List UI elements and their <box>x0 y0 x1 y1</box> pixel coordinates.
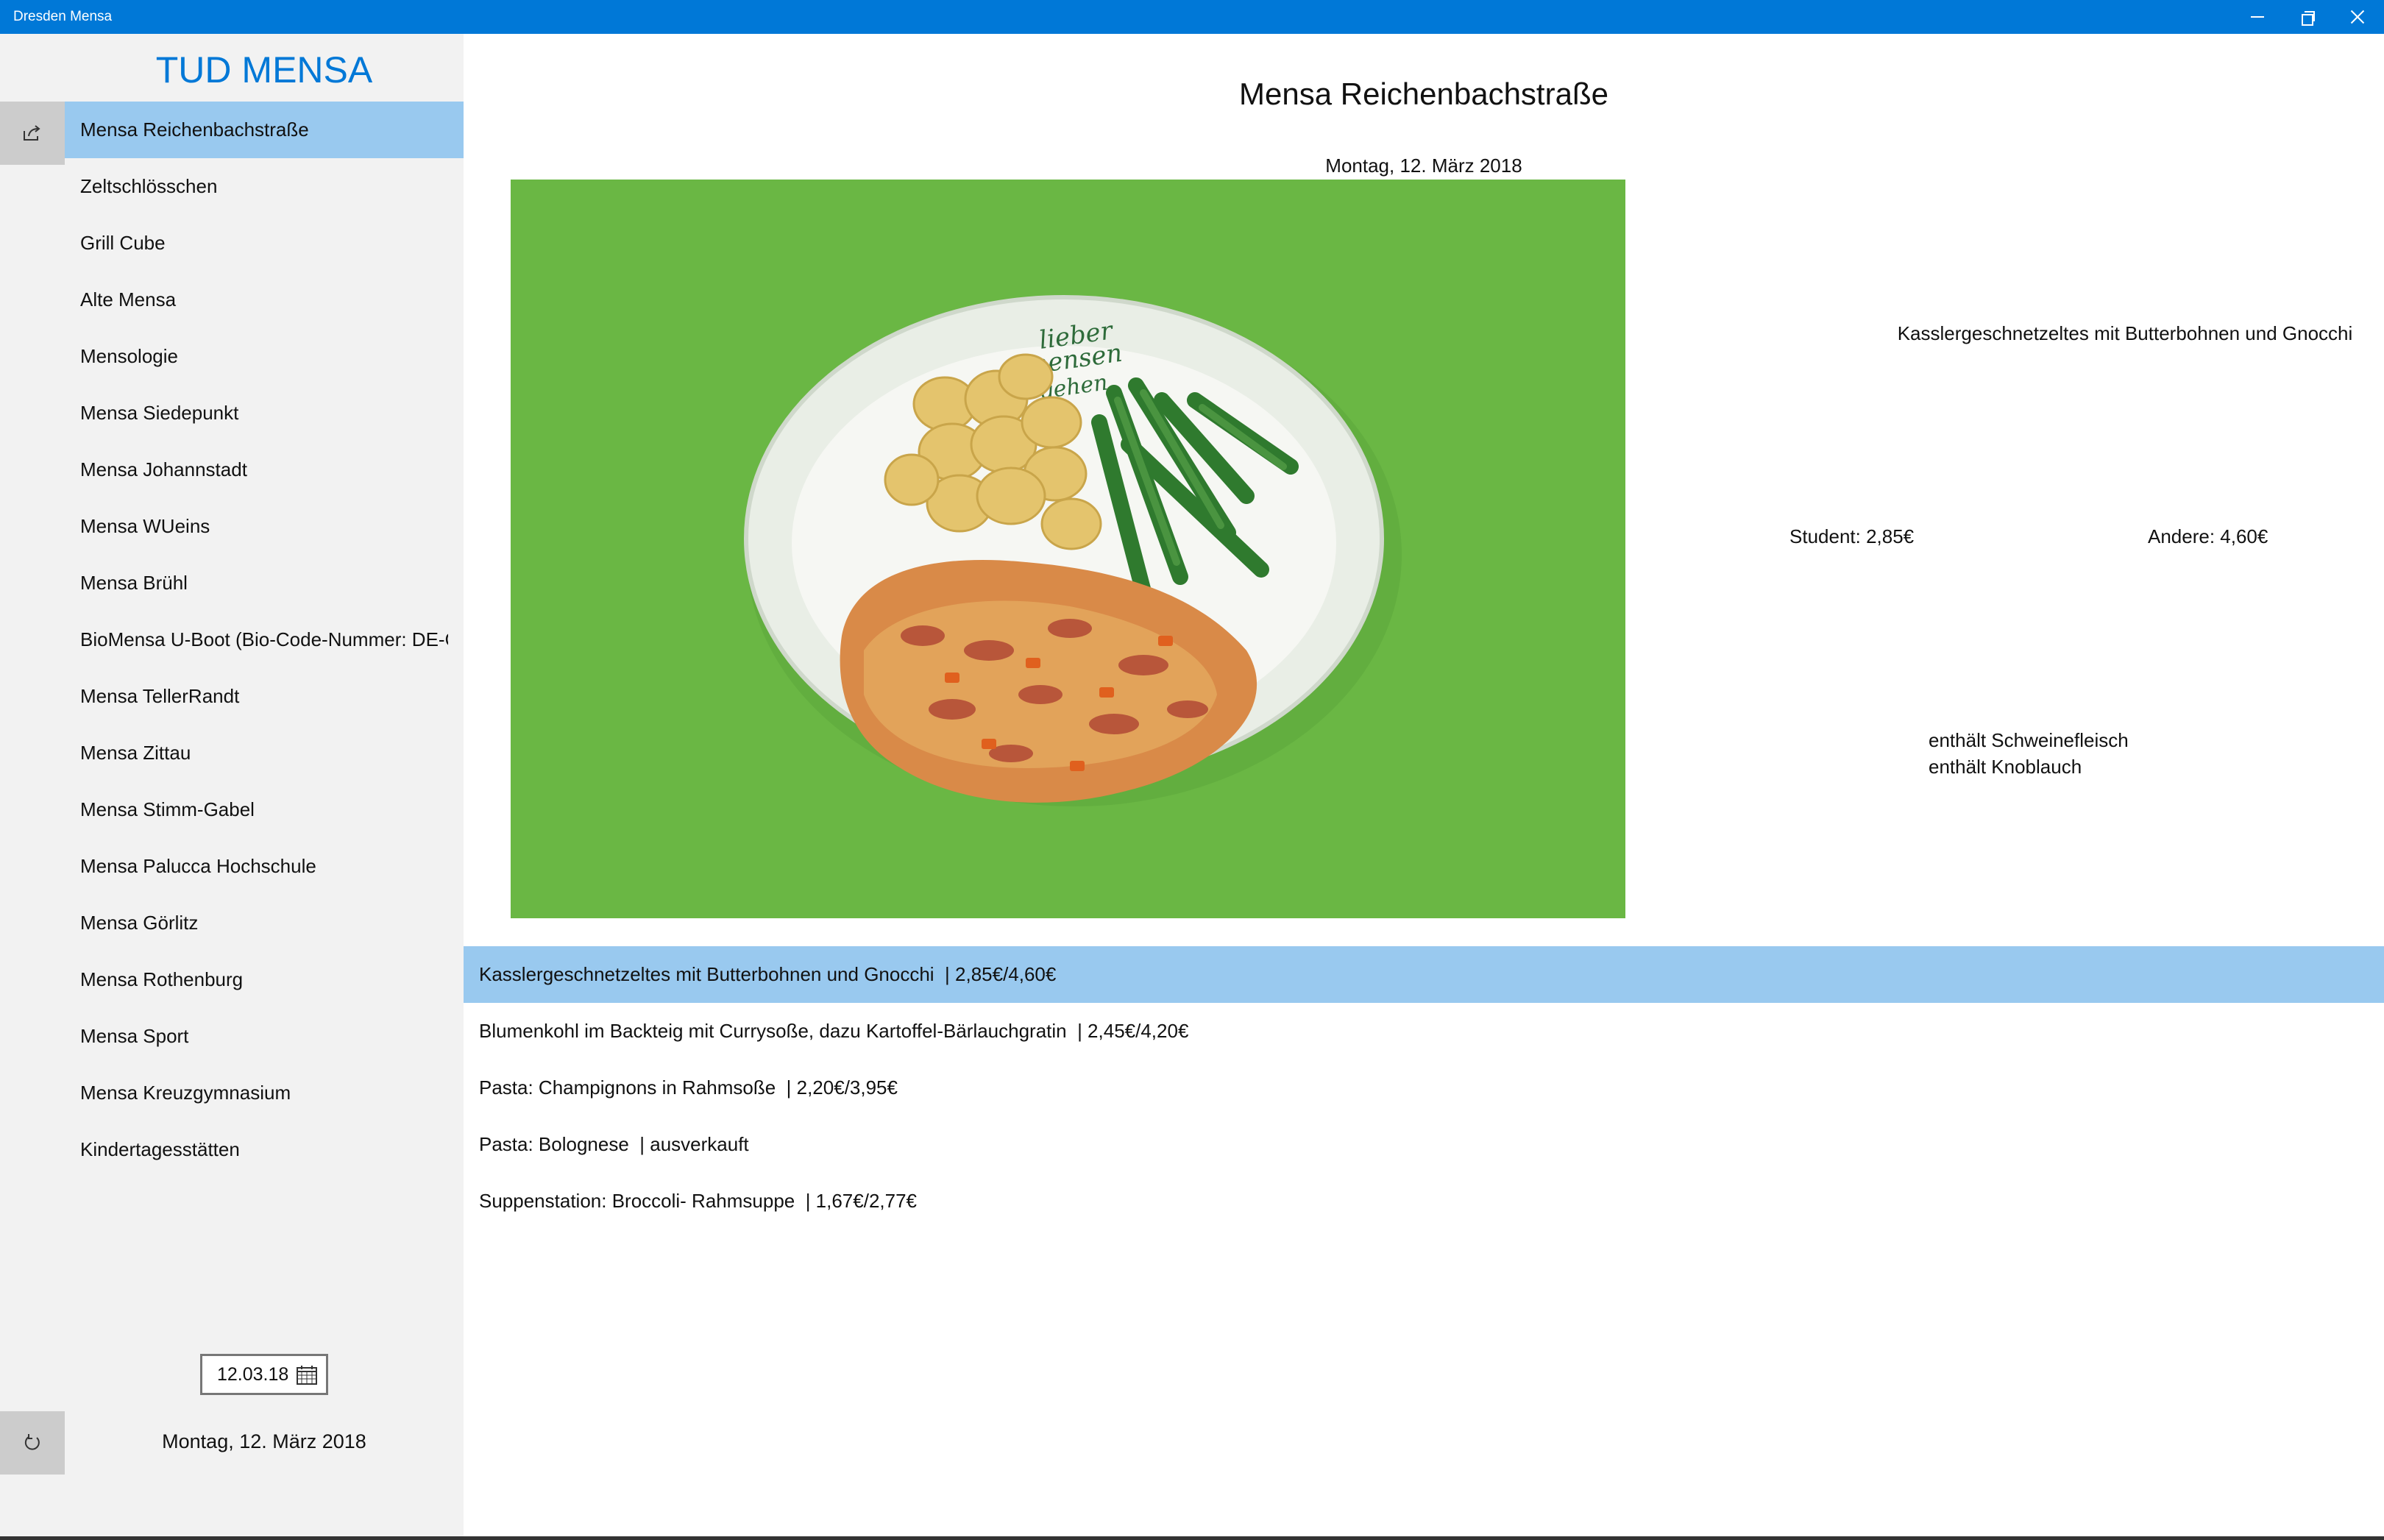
sidebar-item[interactable]: Grill Cube <box>65 215 464 272</box>
sidebar-item-label: Mensa Brühl <box>80 572 188 594</box>
meal-photo: lieber mensen gehen <box>511 180 1625 918</box>
price-student: Student: 2,85€ <box>1789 525 1915 547</box>
sidebar-item[interactable]: Mensa Stimm-Gabel <box>65 781 464 838</box>
close-icon <box>2350 10 2365 24</box>
calendar-icon <box>297 1366 317 1385</box>
meal-row[interactable]: Pasta: Champignons in Rahmsoße | 2,20€/3… <box>464 1060 2384 1116</box>
app-brand: TUD MENSA <box>155 49 373 91</box>
sidebar-item[interactable]: Mensa TellerRandt <box>65 668 464 725</box>
sidebar-item-label: Mensa Johannstadt <box>80 458 247 480</box>
meal-note: enthält Knoblauch <box>1929 756 2082 778</box>
title-bar[interactable]: Dresden Mensa <box>0 0 2384 34</box>
sidebar-item[interactable]: Kindertagesstätten <box>65 1121 464 1178</box>
sidebar-item[interactable]: Mensa Johannstadt <box>65 441 464 498</box>
window-title: Dresden Mensa <box>13 9 113 24</box>
sidebar-item[interactable]: Mensa Sport <box>65 1008 464 1065</box>
sidebar-item-label: Kindertagesstätten <box>80 1138 240 1160</box>
refresh-icon <box>24 1434 40 1450</box>
meal-notes: enthält Schweinefleisch enthält Knoblauc… <box>1929 727 2129 780</box>
meal-row[interactable]: Pasta: Bolognese | ausverkauft <box>464 1116 2384 1173</box>
app-window: Dresden Mensa TUD MENSA Mensa Reichenbac… <box>0 0 2384 1540</box>
sidebar-item[interactable]: Mensa Zittau <box>65 725 464 781</box>
close-button[interactable] <box>2332 0 2383 34</box>
meal-row[interactable]: Suppenstation: Broccoli- Rahmsuppe | 1,6… <box>464 1173 2384 1229</box>
meal-row[interactable]: Kasslergeschnetzeltes mit Butterbohnen u… <box>464 946 2384 1003</box>
sidebar-item[interactable]: Mensa Brühl <box>65 555 464 611</box>
sidebar-item-label: Mensa Sport <box>80 1025 189 1047</box>
sidebar-item-label: Mensa Stimm-Gabel <box>80 798 255 820</box>
sidebar-item[interactable]: Mensa WUeins <box>65 498 464 555</box>
sidebar-item-label: Mensa Zittau <box>80 742 191 764</box>
sidebar-item[interactable]: Mensa Palucca Hochschule <box>65 838 464 895</box>
menu-date: Montag, 12. März 2018 <box>1325 155 1522 177</box>
window-bottom-border <box>0 1536 2384 1540</box>
sidebar-item-label: Mensa Görlitz <box>80 912 199 934</box>
sidebar-item[interactable]: Mensologie <box>65 328 464 385</box>
page-title: Mensa Reichenbachstraße <box>1239 77 1608 111</box>
price-other: Andere: 4,60€ <box>2148 525 2268 547</box>
sidebar-item-label: Zeltschlösschen <box>80 175 218 197</box>
sidebar-item-label: Mensa Reichenbachstraße <box>80 118 309 141</box>
mensa-list: Mensa Reichenbachstraße Zeltschlösschen Gr… <box>65 102 464 1178</box>
selected-meal-name: Kasslergeschnetzeltes mit Butterbohnen u… <box>1897 322 2353 344</box>
sidebar-item[interactable]: Mensa Siedepunkt <box>65 385 464 441</box>
sidebar-rail <box>0 34 65 1536</box>
sidebar-item[interactable]: Mensa Görlitz <box>65 895 464 951</box>
sidebar-item-label: Grill Cube <box>80 232 166 254</box>
meal-row[interactable]: Blumenkohl im Backteig mit Currysoße, da… <box>464 1003 2384 1060</box>
share-icon <box>24 125 40 141</box>
sidebar-item[interactable]: Mensa Rothenburg <box>65 951 464 1008</box>
meal-list: Kasslergeschnetzeltes mit Butterbohnen u… <box>464 946 2384 1229</box>
sidebar-item-label: Mensa Palucca Hochschule <box>80 855 316 877</box>
sidebar-item[interactable]: Zeltschlösschen <box>65 158 464 215</box>
sidebar-item[interactable]: BioMensa U-Boot (Bio-Code-Nummer: DE-ÖKO… <box>65 611 464 668</box>
minimize-icon <box>2251 16 2264 18</box>
minimize-button[interactable] <box>2232 0 2282 34</box>
main-content: Mensa Reichenbachstraße Montag, 12. März… <box>464 34 2384 1536</box>
sidebar-item-label: Mensa TellerRandt <box>80 685 240 707</box>
sidebar-item-label: Mensa WUeins <box>80 515 210 537</box>
restore-icon <box>2301 10 2315 26</box>
refresh-button[interactable] <box>0 1411 65 1475</box>
sidebar: TUD MENSA Mensa Reichenbachstraße Zeltsch… <box>0 34 464 1536</box>
sidebar-item-label: Mensa Kreuzgymnasium <box>80 1082 291 1104</box>
meal-note: enthält Schweinefleisch <box>1929 729 2129 751</box>
restore-button[interactable] <box>2282 0 2332 34</box>
sidebar-item-label: Alte Mensa <box>80 288 177 311</box>
selected-date-label: Montag, 12. März 2018 <box>162 1430 366 1452</box>
sidebar-item[interactable]: Mensa Kreuzgymnasium <box>65 1065 464 1121</box>
sidebar-item-label: Mensa Siedepunkt <box>80 402 239 424</box>
sidebar-item[interactable]: Alte Mensa <box>65 272 464 328</box>
sidebar-item[interactable]: Mensa Reichenbachstraße <box>65 102 464 158</box>
sidebar-item-label: Mensologie <box>80 345 178 367</box>
sidebar-item-label: BioMensa U-Boot (Bio-Code-Nummer: DE-ÖKO… <box>80 628 448 650</box>
date-picker[interactable]: 12.03.18 <box>200 1354 328 1395</box>
share-button[interactable] <box>0 102 65 165</box>
date-picker-value: 12.03.18 <box>217 1363 289 1385</box>
sidebar-item-label: Mensa Rothenburg <box>80 968 244 990</box>
